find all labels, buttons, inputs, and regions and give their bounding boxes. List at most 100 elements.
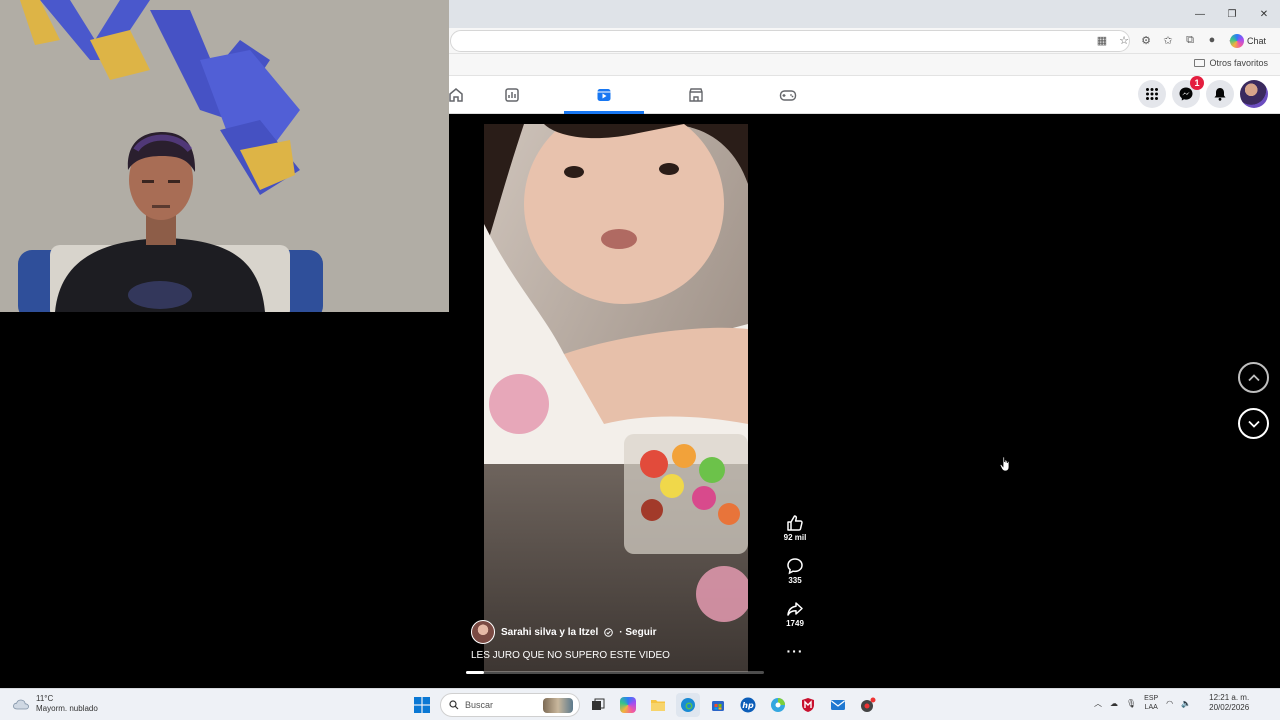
like-count: 92 mil [783,533,807,542]
nav-dashboard[interactable] [466,76,558,114]
taskbar-apps: Buscar hp [410,693,880,717]
cloud-icon [13,699,29,710]
favorites-icon[interactable]: ✩ [1160,32,1176,48]
search-highlight-image [543,698,573,713]
more-options-icon[interactable]: ··· [780,643,810,659]
profile-avatar[interactable] [1240,80,1268,108]
profile-icon[interactable]: ● [1204,32,1220,48]
weather-description: Mayorm. nublado [36,704,98,713]
language-line-1: ESP [1144,695,1159,702]
edge-icon [681,698,695,712]
volume-icon[interactable]: 🔈 [1181,699,1191,708]
reader-icon[interactable]: ▦ [1094,32,1110,48]
next-reel-button[interactable] [1238,408,1269,439]
mail-icon [831,700,845,710]
chevron-up-tray-icon[interactable]: ︿ [1094,698,1102,709]
nav-gaming[interactable] [742,76,834,114]
comment-icon [787,558,803,575]
windows-logo-icon [414,697,430,713]
language-line-2: LAA [1144,704,1158,711]
messenger-badge: 1 [1190,76,1204,90]
like-icon [787,515,803,531]
search-icon [449,700,459,710]
language-indicator[interactable]: ESP LAA [1144,694,1158,712]
onedrive-icon[interactable]: ☁ [1110,699,1118,708]
wifi-icon[interactable]: ◠ [1166,699,1173,708]
screen: — ❐ ✕ ▦ ☆ ⚙ ✩ ⧉ ● ⋯ Chat Otros favoritos [0,0,1280,720]
previous-reel-button[interactable] [1238,362,1269,393]
chevron-up-icon [1247,373,1260,381]
hp-app-button[interactable]: hp [736,693,760,717]
favorite-star-icon[interactable]: ☆ [1116,32,1132,48]
author-name[interactable]: Sarahi silva y la Itzel [501,627,598,638]
share-action[interactable]: 1749 [780,600,810,643]
dashboard-icon [505,88,519,102]
share-icon [787,602,803,616]
search-placeholder: Buscar [465,700,494,710]
url-input[interactable] [450,30,1130,52]
messenger-button[interactable]: 1 [1172,76,1204,108]
restore-icon[interactable]: ❐ [1216,0,1248,28]
comment-count: 335 [788,576,802,585]
follow-button[interactable]: · Seguir [619,627,656,638]
start-button[interactable] [410,693,434,717]
other-favorites-button[interactable]: Otros favoritos [1194,58,1268,68]
windows-taskbar: 11°C Mayorm. nublado Buscar hp ︿ ☁ 🎙 ESP… [0,688,1280,720]
record-icon [861,697,876,712]
header-actions: 1 [1138,76,1268,108]
copilot-chat-button[interactable]: Chat [1230,32,1266,50]
folder-app-icon [651,700,665,711]
nav-home[interactable] [446,76,466,114]
notifications-button[interactable] [1206,80,1234,108]
clock[interactable]: 12:21 a. m. 20/02/2026 [1209,693,1249,713]
clock-date: 20/02/2026 [1209,703,1250,712]
nav-video[interactable] [558,76,650,114]
webcam-feed [0,0,449,312]
menu-button[interactable] [1138,80,1166,108]
hand-cursor-icon [999,456,1010,472]
recording-app-button[interactable] [856,693,880,717]
grid-menu-icon [1146,88,1158,100]
edge-browser-button[interactable] [676,693,700,717]
reel-caption: LES JURO QUE NO SUPERO ESTE VIDEO [471,650,670,661]
video-progress-bar[interactable] [466,671,764,674]
like-action[interactable]: 92 mil [780,514,810,557]
bell-icon [1214,88,1226,101]
chevron-down-icon [1247,420,1260,428]
weather-temperature: 11°C [36,694,54,703]
taskbar-search[interactable]: Buscar [440,693,580,717]
weather-widget[interactable]: 11°C Mayorm. nublado [12,694,98,714]
comment-action[interactable]: 335 [780,557,810,600]
colorful-browser-icon [771,698,785,712]
video-icon [597,89,611,101]
microphone-icon[interactable]: 🎙 [1126,699,1136,708]
copilot-app-button[interactable] [616,693,640,717]
copilot-app-icon [620,697,636,713]
reel-actions: 92 mil 335 1749 ··· [780,514,810,659]
extensions-icon[interactable]: ⚙ [1138,32,1154,48]
chat-label: Chat [1247,36,1267,46]
marketplace-icon [689,88,703,102]
reel-video[interactable] [484,124,748,672]
facebook-nav [446,76,834,114]
minimize-icon[interactable]: — [1184,0,1216,28]
task-view-button[interactable] [586,693,610,717]
mcafee-button[interactable] [796,693,820,717]
collections-icon[interactable]: ⧉ [1182,32,1198,48]
store-button[interactable] [706,693,730,717]
hp-icon: hp [740,697,756,713]
system-tray: ︿ ☁ 🎙 ESP LAA ◠ 🔈 12:21 a. m. 20/02/2026 [1094,693,1249,713]
clock-time: 12:21 a. m. [1209,693,1250,702]
svg-text:hp: hp [742,701,754,710]
share-count: 1749 [786,619,804,628]
file-explorer-button[interactable] [646,693,670,717]
browser-app-button[interactable] [766,693,790,717]
home-icon [449,88,463,102]
store-icon [712,701,724,711]
author-avatar[interactable] [471,620,495,644]
window-controls: — ❐ ✕ [1184,0,1280,28]
close-icon[interactable]: ✕ [1248,0,1280,28]
nav-marketplace[interactable] [650,76,742,114]
reel-video-frame [484,124,748,672]
mail-app-button[interactable] [826,693,850,717]
